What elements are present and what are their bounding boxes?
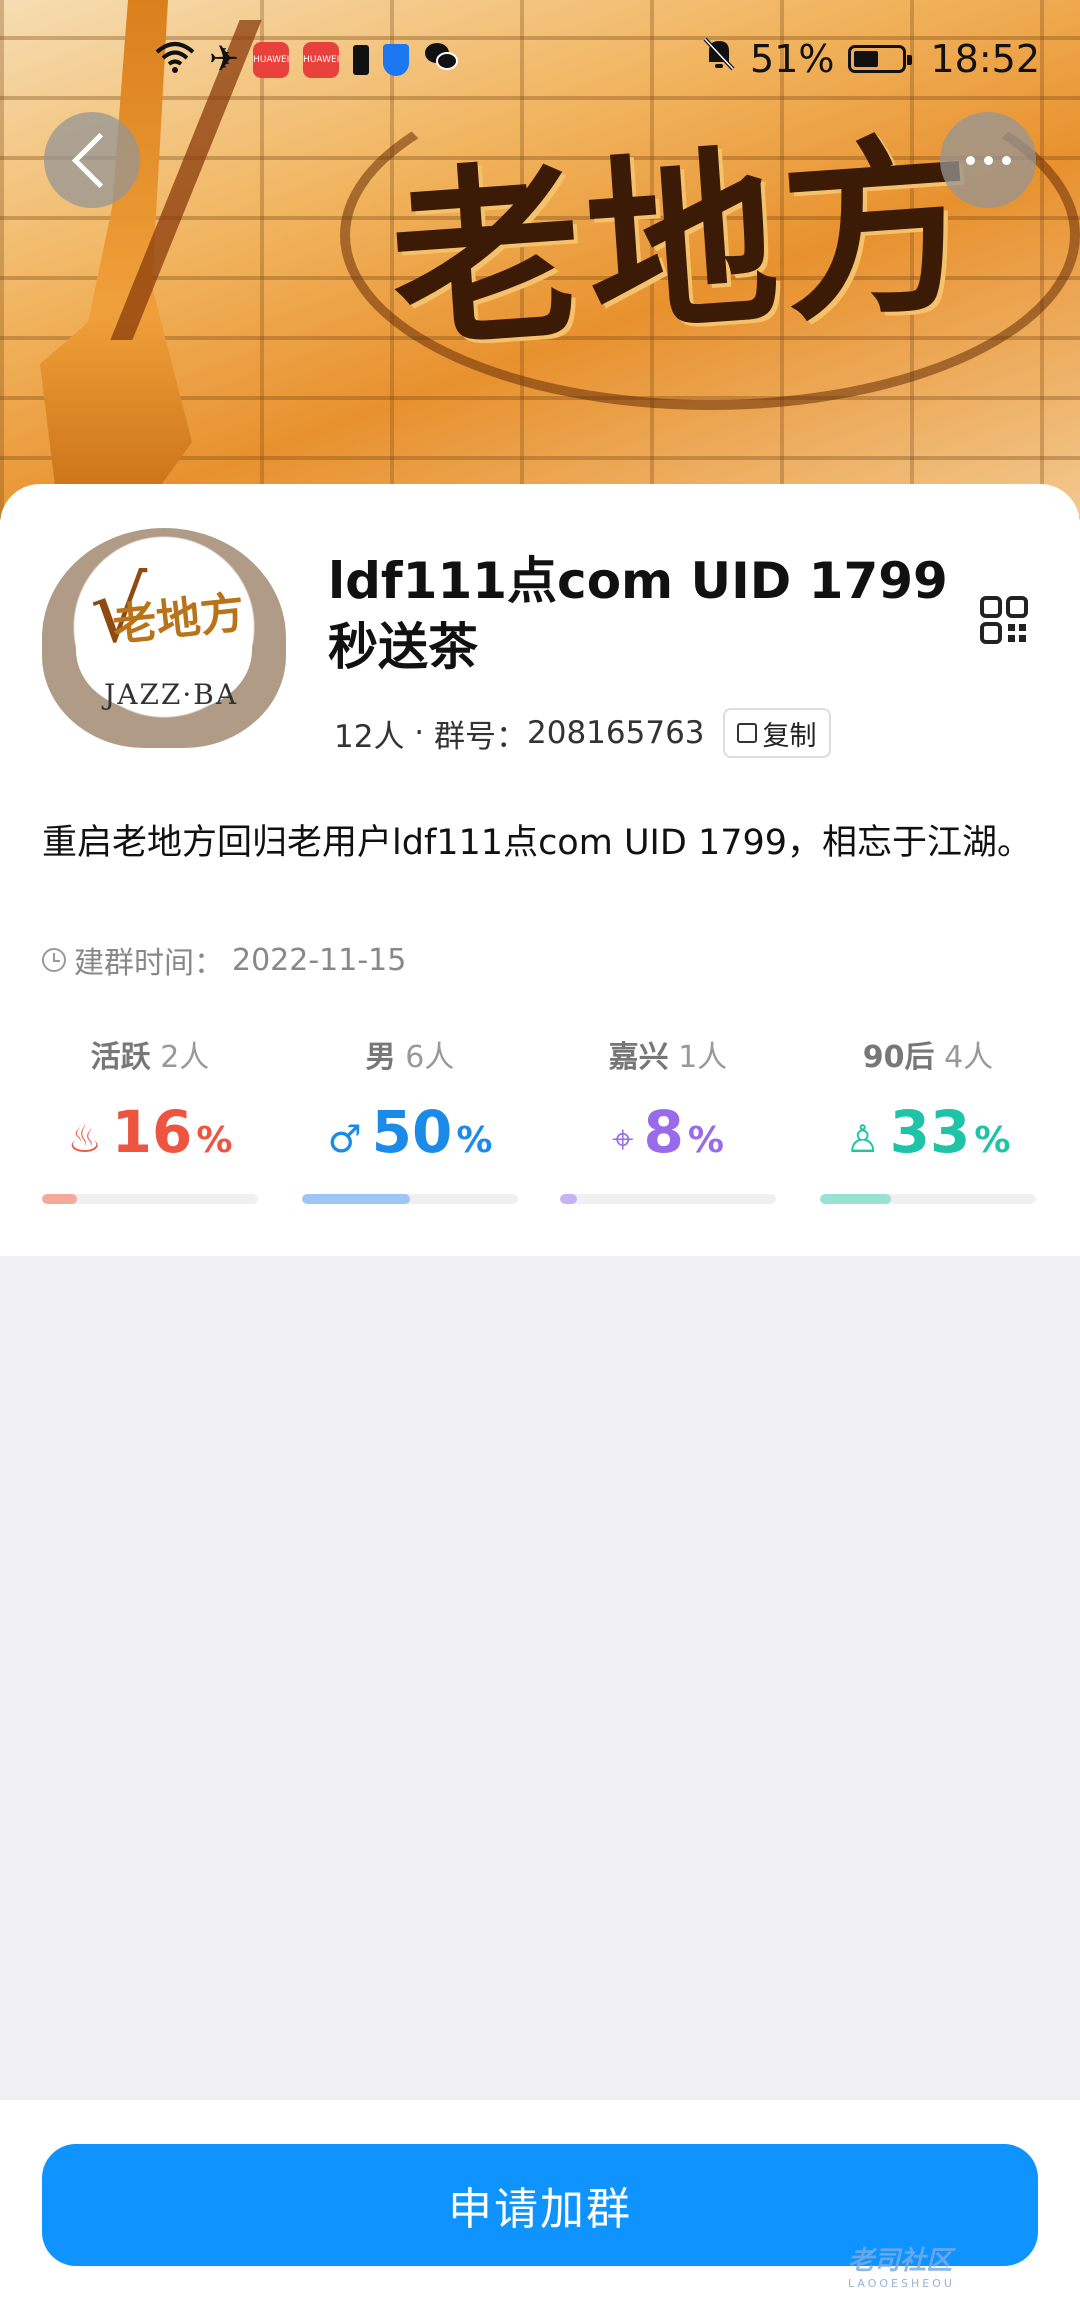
huawei-app-icon: HUAWEI — [253, 42, 289, 78]
more-options-button[interactable] — [940, 112, 1036, 208]
battery-percent: 51% — [750, 36, 835, 81]
flame-icon: ♨ — [67, 1117, 102, 1161]
stat-column: 活跃 2人 ♨ 16% — [42, 1032, 258, 1204]
stat-value: ♨ 16% — [67, 1098, 233, 1166]
stat-title: 嘉兴 1人 — [608, 1040, 728, 1075]
stat-column: 嘉兴 1人 ⌖ 8% — [560, 1032, 776, 1204]
stat-progress-fill — [42, 1194, 77, 1204]
stat-value: ⌖ 8% — [612, 1098, 724, 1166]
copy-id-button[interactable]: 复制 — [722, 708, 831, 758]
stat-title: 男 6人 — [365, 1040, 455, 1075]
male-icon: ♂ — [327, 1117, 362, 1161]
stat-value: ♙ 33% — [845, 1098, 1011, 1166]
created-label: 建群时间： — [74, 946, 224, 981]
airplane-icon: ✈ — [209, 39, 240, 80]
shield-icon — [383, 44, 410, 76]
bottom-action-bar: 申请加群 老司社区 LAOOESHEOU — [0, 2100, 1080, 2310]
clock-icon — [42, 948, 66, 972]
copy-icon — [736, 723, 757, 743]
group-id-label: 群号： — [434, 718, 528, 755]
stat-title: 90后 4人 — [862, 1040, 994, 1075]
qr-code-icon[interactable] — [980, 596, 1028, 644]
group-name: ldf111点com UID 1799 秒送茶 — [328, 552, 948, 676]
group-id: 208165763 — [527, 715, 705, 751]
stat-title: 活跃 2人 — [90, 1040, 210, 1075]
stat-progress-fill — [820, 1194, 892, 1204]
group-info-card: √ 老地方 JAZZ·BA ldf111点com UID 1799 秒送茶 12… — [0, 484, 1080, 1256]
created-date: 2022-11-15 — [232, 942, 407, 978]
more-dots-icon — [965, 155, 1011, 165]
stat-column: 男 6人 ♂ 50% — [302, 1032, 518, 1204]
mute-bell-icon — [702, 36, 736, 81]
location-pin-icon: ⌖ — [612, 1117, 634, 1161]
stat-value: ♂ 50% — [327, 1098, 493, 1166]
group-description: 重启老地方回归老用户ldf111点com UID 1799，相忘于江湖。 — [42, 823, 1033, 863]
watermark-logo: 老司社区 LAOOESHEOU — [848, 2246, 955, 2290]
wifi-icon — [155, 40, 195, 81]
stat-progress-bar — [820, 1194, 1036, 1204]
group-meta: 12人 · 群号： 208165763 复制 — [334, 708, 831, 758]
avatar-logo-text: 老地方 — [110, 587, 247, 652]
created-date-row: 建群时间： 2022-11-15 — [42, 938, 406, 982]
stat-progress-bar — [302, 1194, 518, 1204]
meta-separator: · — [404, 715, 435, 751]
avatar-subtext: JAZZ·BA — [104, 678, 239, 711]
copy-label: 复制 — [762, 720, 817, 752]
battery-icon — [848, 44, 913, 73]
clock-time: 18:52 — [930, 36, 1040, 81]
stat-column: 90后 4人 ♙ 33% — [820, 1032, 1036, 1204]
huawei-app-icon: HUAWEI — [303, 42, 339, 78]
stat-progress-fill — [302, 1194, 410, 1204]
status-bar: ✈ HUAWEI HUAWEI 51% 18:52 — [0, 0, 1080, 120]
back-button[interactable] — [44, 112, 140, 208]
battery-saver-icon — [353, 45, 370, 75]
stat-progress-bar — [42, 1194, 258, 1204]
member-count: 12人 — [334, 718, 405, 755]
wechat-icon — [423, 38, 459, 82]
chevron-left-icon — [71, 132, 127, 188]
group-avatar: √ 老地方 JAZZ·BA — [42, 528, 286, 748]
stat-progress-fill — [560, 1194, 578, 1204]
stat-progress-bar — [560, 1194, 776, 1204]
person-icon: ♙ — [845, 1117, 880, 1161]
